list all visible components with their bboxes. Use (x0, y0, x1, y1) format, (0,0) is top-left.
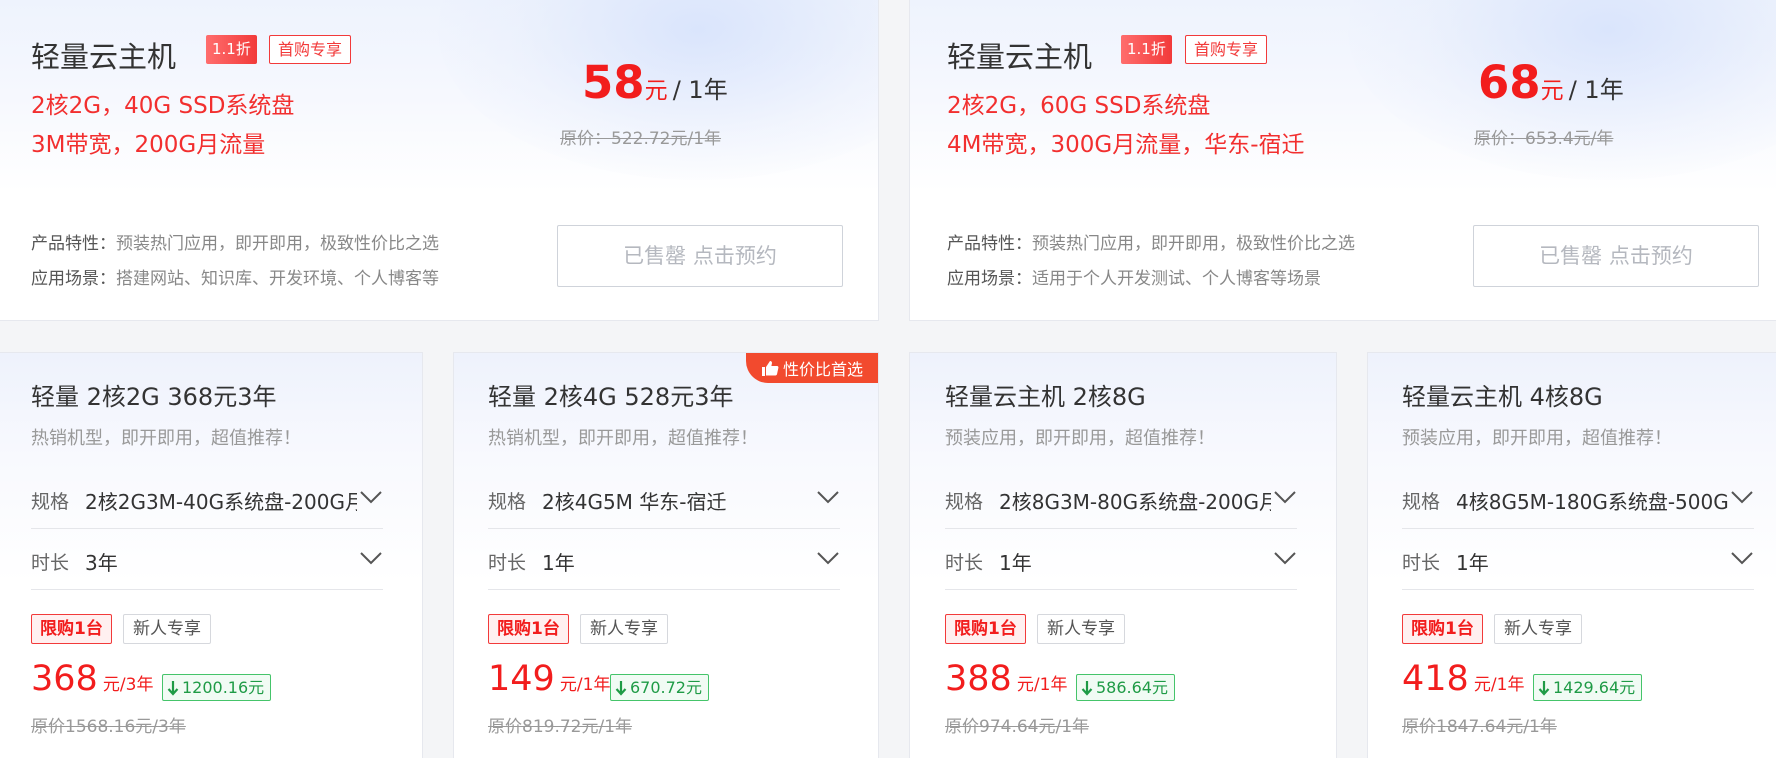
card-subtitle: 热销机型，即开即用，超值推荐！ (31, 428, 301, 449)
arrow-down-icon (1081, 680, 1093, 696)
duration-value: 3年 (85, 551, 118, 575)
duration-select[interactable]: 时长 1年 (488, 530, 840, 590)
price: 368 元/3年 (31, 659, 153, 699)
spec-value: 4核8G5M-180G系统盘-500G月流量 (1456, 490, 1728, 514)
duration-value: 1年 (1456, 551, 1489, 575)
price-unit: 元/3年 (102, 675, 154, 695)
original-price: 原价1847.64元/1年 (1402, 717, 1557, 737)
chevron-down-icon[interactable] (1730, 489, 1754, 505)
spec-label: 规格 (31, 491, 70, 513)
spec-value: 2核4G5M 华东-宿迁 (542, 490, 727, 514)
duration-select[interactable]: 时长 3年 (31, 530, 383, 590)
spec-select[interactable]: 规格 4核8G5M-180G系统盘-500G月流量 (1402, 469, 1754, 529)
original-price: 原价819.72元/1年 (488, 717, 633, 737)
card-title: 轻量 2核2G 368元3年 (31, 383, 277, 411)
price: 418 元/1年 (1402, 659, 1524, 699)
duration-value: 1年 (999, 551, 1032, 575)
card-title: 轻量云主机 4核8G (1402, 383, 1603, 411)
chevron-down-icon[interactable] (1273, 550, 1297, 566)
price-number: 149 (488, 659, 555, 699)
price-unit: 元/1年 (1016, 675, 1068, 695)
card-subtitle: 预装应用，即开即用，超值推荐！ (945, 428, 1215, 449)
new-user-tag: 新人专享 (1037, 614, 1125, 644)
chevron-down-icon[interactable] (816, 489, 840, 505)
product-card-content: 轻量云主机 2核8G 预装应用，即开即用，超值推荐！ 规格 2核8G3M-80G系统盘… (914, 0, 1338, 758)
duration-label: 时长 (945, 552, 984, 574)
limit-tag: 限购1台 (1402, 614, 1483, 644)
spec-label: 规格 (1402, 491, 1441, 513)
card-title: 轻量 2核4G 528元3年 (488, 383, 734, 411)
spec-value: 2核8G3M-80G系统盘-200G月流量 (999, 490, 1271, 514)
spec-select[interactable]: 规格 2核4G5M 华东-宿迁 (488, 469, 840, 529)
duration-label: 时长 (1402, 552, 1441, 574)
original-price: 原价1568.16元/3年 (31, 717, 186, 737)
limit-tag: 限购1台 (31, 614, 112, 644)
new-user-tag: 新人专享 (123, 614, 211, 644)
spec-value: 2核2G3M-40G系统盘-200G月流量 (85, 490, 357, 514)
product-card-content: 轻量云主机 4核8G 预装应用，即开即用，超值推荐！ 规格 4核8G5M-180G系统… (1371, 0, 1776, 758)
duration-select[interactable]: 时长 1年 (945, 530, 1297, 590)
product-card-content: 轻量 2核2G 368元3年热销机型，即开即用，超值推荐！ 规格 2核2G3M-40… (0, 0, 424, 758)
savings-amount: 670.72元 (630, 678, 702, 697)
savings-badge: 1429.64元 (1533, 674, 1643, 701)
duration-label: 时长 (31, 552, 70, 574)
savings-amount: 1429.64元 (1553, 678, 1636, 697)
new-user-tag: 新人专享 (1494, 614, 1582, 644)
savings-badge: 670.72元 (610, 674, 709, 701)
limit-tag: 限购1台 (945, 614, 1026, 644)
new-user-tag: 新人专享 (580, 614, 668, 644)
chevron-down-icon[interactable] (816, 550, 840, 566)
chevron-down-icon[interactable] (359, 489, 383, 505)
price-number: 368 (31, 659, 98, 699)
chevron-down-icon[interactable] (1730, 550, 1754, 566)
price-number: 418 (1402, 659, 1469, 699)
spec-select[interactable]: 规格 2核8G3M-80G系统盘-200G月流量 (945, 469, 1297, 529)
savings-amount: 586.64元 (1096, 678, 1168, 697)
price-unit: 元/1年 (1473, 675, 1525, 695)
spec-label: 规格 (488, 491, 527, 513)
duration-label: 时长 (488, 552, 527, 574)
spec-select[interactable]: 规格 2核2G3M-40G系统盘-200G月流量 (31, 469, 383, 529)
duration-value: 1年 (542, 551, 575, 575)
arrow-down-icon (167, 680, 179, 696)
savings-amount: 1200.16元 (182, 678, 265, 697)
spec-label: 规格 (945, 491, 984, 513)
limit-tag: 限购1台 (488, 614, 569, 644)
savings-badge: 586.64元 (1076, 674, 1175, 701)
duration-select[interactable]: 时长 1年 (1402, 530, 1754, 590)
chevron-down-icon[interactable] (1273, 489, 1297, 505)
card-title: 轻量云主机 2核8G (945, 383, 1146, 411)
price-unit: 元/1年 (559, 675, 611, 695)
original-price: 原价974.64元/1年 (945, 717, 1090, 737)
product-card-content: 轻量 2核4G 528元3年热销机型，即开即用，超值推荐！ 规格 2核4G5M 华东… (457, 0, 881, 758)
savings-badge: 1200.16元 (162, 674, 272, 701)
arrow-down-icon (1538, 680, 1550, 696)
card-subtitle: 预装应用，即开即用，超值推荐！ (1402, 428, 1672, 449)
chevron-down-icon[interactable] (359, 550, 383, 566)
card-subtitle: 热销机型，即开即用，超值推荐！ (488, 428, 758, 449)
price-number: 388 (945, 659, 1012, 699)
price: 388 元/1年 (945, 659, 1067, 699)
price: 149 元/1年 (488, 659, 610, 699)
arrow-down-icon (615, 680, 627, 696)
